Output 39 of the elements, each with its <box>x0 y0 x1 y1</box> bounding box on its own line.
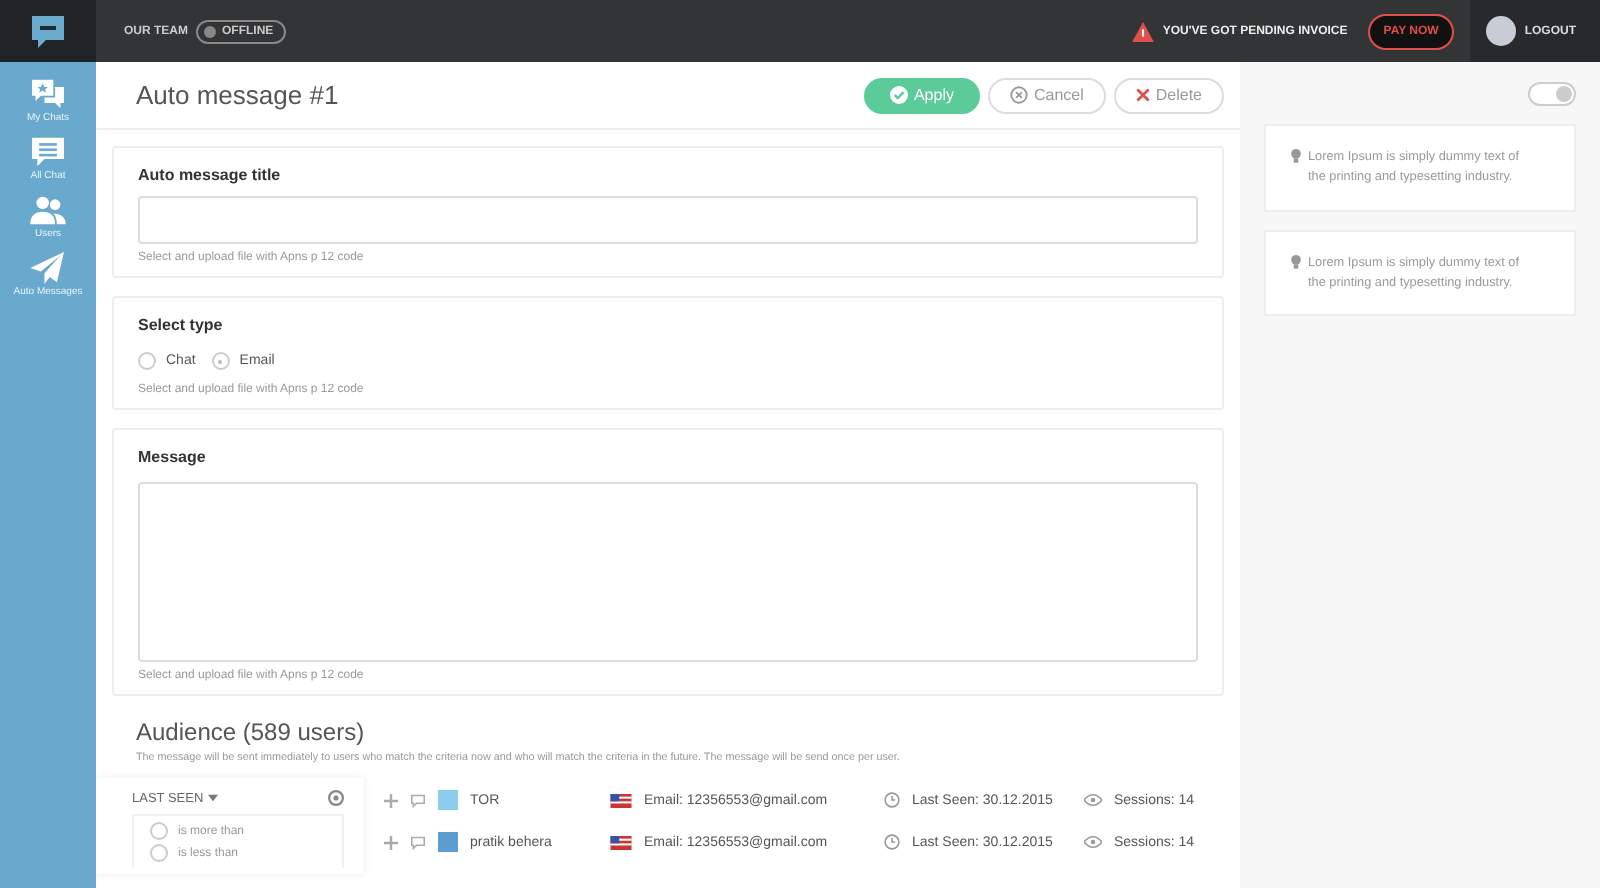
flag-icon <box>610 835 632 849</box>
plus-icon[interactable] <box>384 835 398 849</box>
radio-button[interactable] <box>211 352 230 370</box>
field-label: Message <box>138 448 208 466</box>
field-label: Auto message title <box>138 166 283 184</box>
message-input-field[interactable] <box>138 482 1198 662</box>
eye-icon <box>1084 836 1102 848</box>
avatar-icon <box>1486 16 1517 46</box>
chat-bubble-logo-icon <box>28 11 68 51</box>
check-circle-icon <box>889 86 908 104</box>
flag-icon <box>610 793 632 807</box>
radio-button[interactable] <box>138 352 156 370</box>
users-icon <box>30 194 66 226</box>
radio-button[interactable] <box>150 822 168 840</box>
title-input-field[interactable] <box>138 196 1198 244</box>
caret-icon <box>207 794 218 802</box>
speech-bubble-icon[interactable] <box>410 835 426 849</box>
warning-icon <box>1132 21 1155 41</box>
lightbulb-icon <box>1290 253 1302 269</box>
toggle-switch[interactable] <box>1528 82 1576 106</box>
clock-icon <box>884 834 900 850</box>
audience-title: Audience (589 users) <box>136 718 367 746</box>
eye-icon <box>1084 794 1102 806</box>
delete-button[interactable]: Delete <box>1113 77 1224 113</box>
radio-button[interactable] <box>150 844 168 862</box>
clock-icon <box>884 792 900 808</box>
speech-bubble-icon[interactable] <box>410 793 426 807</box>
page-title: Auto message #1 <box>136 80 339 110</box>
cancel-button[interactable]: Cancel <box>987 77 1106 113</box>
close-icon <box>1135 88 1150 102</box>
paper-plane-icon <box>30 252 66 284</box>
apply-button[interactable]: Apply <box>863 77 980 113</box>
chat-bubbles-icon <box>30 78 66 110</box>
field-label: Select type <box>138 316 225 334</box>
close-circle-icon <box>1009 86 1028 104</box>
lightbulb-icon <box>1290 148 1302 164</box>
close-circle-icon[interactable] <box>328 790 344 806</box>
plus-icon[interactable] <box>384 793 398 807</box>
list-bubble-icon <box>30 136 66 168</box>
